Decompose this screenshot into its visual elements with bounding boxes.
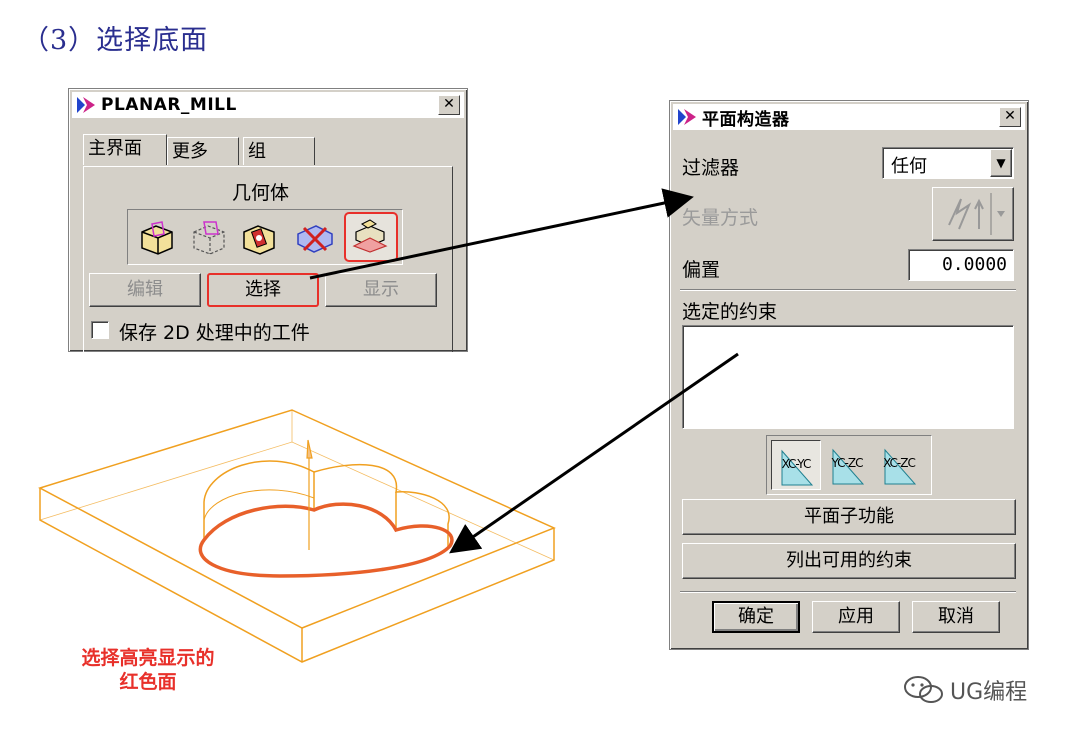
part-model-illustration: [38, 409, 556, 663]
separator: [680, 591, 1016, 593]
plane-xc-yc-label: XC-YC: [781, 457, 812, 471]
tab-strip: 主界面 更多 组: [83, 134, 333, 167]
plane-subfunction-button[interactable]: 平面子功能: [682, 499, 1016, 535]
filter-dropdown-value: 任何: [891, 156, 927, 177]
page-heading: （3）选择底面: [22, 25, 209, 56]
select-button[interactable]: 选择: [207, 273, 319, 307]
floor-geometry-icon: [352, 219, 388, 253]
apply-button[interactable]: 应用: [812, 601, 900, 633]
watermark: UG编程: [902, 674, 1027, 706]
floor-geometry-button[interactable]: [344, 212, 398, 262]
plane-constructor-title: 平面构造器: [702, 109, 790, 130]
ok-button[interactable]: 确定: [712, 601, 800, 633]
plane-xc-yc-button[interactable]: XC-YC: [771, 440, 821, 490]
vector-icon: [948, 193, 1005, 235]
selected-constraints-list[interactable]: [682, 325, 1014, 429]
geometry-icon-group: [127, 209, 403, 265]
tab-group[interactable]: 组: [243, 137, 315, 165]
close-icon[interactable]: ✕: [438, 95, 460, 115]
trim-geometry-icon[interactable]: [294, 220, 336, 256]
vector-method-button[interactable]: [932, 187, 1014, 241]
vector-method-label: 矢量方式: [682, 207, 759, 229]
plane-constructor-dialog: 平面构造器 ✕ 过滤器 任何 ▼ 矢量方式 偏置 0.0000 选定的约束 XC…: [669, 100, 1029, 650]
nx-logo-icon: [77, 97, 95, 113]
highlighted-floor-face: [198, 502, 454, 578]
cancel-button[interactable]: 取消: [912, 601, 1000, 633]
watermark-text: UG编程: [950, 680, 1028, 705]
save-2d-checkbox[interactable]: [91, 321, 109, 339]
plane-xc-zc-label: XC-ZC: [883, 456, 916, 470]
check-geometry-icon[interactable]: [240, 220, 280, 256]
offset-input[interactable]: 0.0000: [908, 249, 1014, 281]
part-geometry-icon[interactable]: [138, 220, 178, 256]
filter-label: 过滤器: [682, 157, 740, 179]
edit-button[interactable]: 编辑: [89, 273, 201, 307]
display-button[interactable]: 显示: [325, 273, 437, 307]
close-icon[interactable]: ✕: [999, 107, 1021, 127]
planar-mill-title: PLANAR_MILL: [101, 95, 237, 115]
plane-constructor-titlebar: 平面构造器 ✕: [673, 104, 1025, 130]
tab-more[interactable]: 更多: [167, 137, 239, 165]
highlight-caption-line2: 红色面: [119, 671, 177, 693]
highlight-caption-line1: 选择高亮显示的: [81, 647, 215, 669]
selected-constraints-label: 选定的约束: [682, 301, 778, 323]
nx-logo-icon: [678, 109, 696, 125]
offset-value: 0.0000: [941, 254, 1007, 275]
plane-button-group: XC-YC YC-ZC XC-ZC: [766, 435, 932, 495]
list-constraints-button[interactable]: 列出可用的约束: [682, 543, 1016, 579]
tab-main[interactable]: 主界面: [83, 134, 167, 165]
plane-xc-zc-button[interactable]: XC-ZC: [875, 440, 923, 488]
block-wireframe: [38, 409, 556, 663]
wechat-icon: [904, 676, 943, 703]
geometry-section-label: 几何体: [232, 182, 290, 204]
planar-mill-dialog: PLANAR_MILL ✕ 主界面 更多 组 几何体 编辑 选择 显示 保存 2…: [68, 88, 468, 352]
plane-yc-zc-label: YC-ZC: [831, 456, 864, 470]
plane-yc-zc-button[interactable]: YC-ZC: [823, 440, 871, 488]
tool-axis: [306, 439, 313, 550]
save-2d-checkbox-label: 保存 2D 处理中的工件: [119, 322, 310, 344]
highlight-caption: 选择高亮显示的 红色面: [48, 646, 248, 694]
filter-dropdown[interactable]: 任何 ▼: [882, 147, 1014, 179]
chevron-down-icon[interactable]: ▼: [990, 149, 1012, 177]
offset-label: 偏置: [682, 259, 721, 281]
separator: [680, 289, 1016, 291]
planar-mill-titlebar: PLANAR_MILL ✕: [72, 92, 464, 118]
blank-geometry-icon[interactable]: [190, 220, 230, 256]
